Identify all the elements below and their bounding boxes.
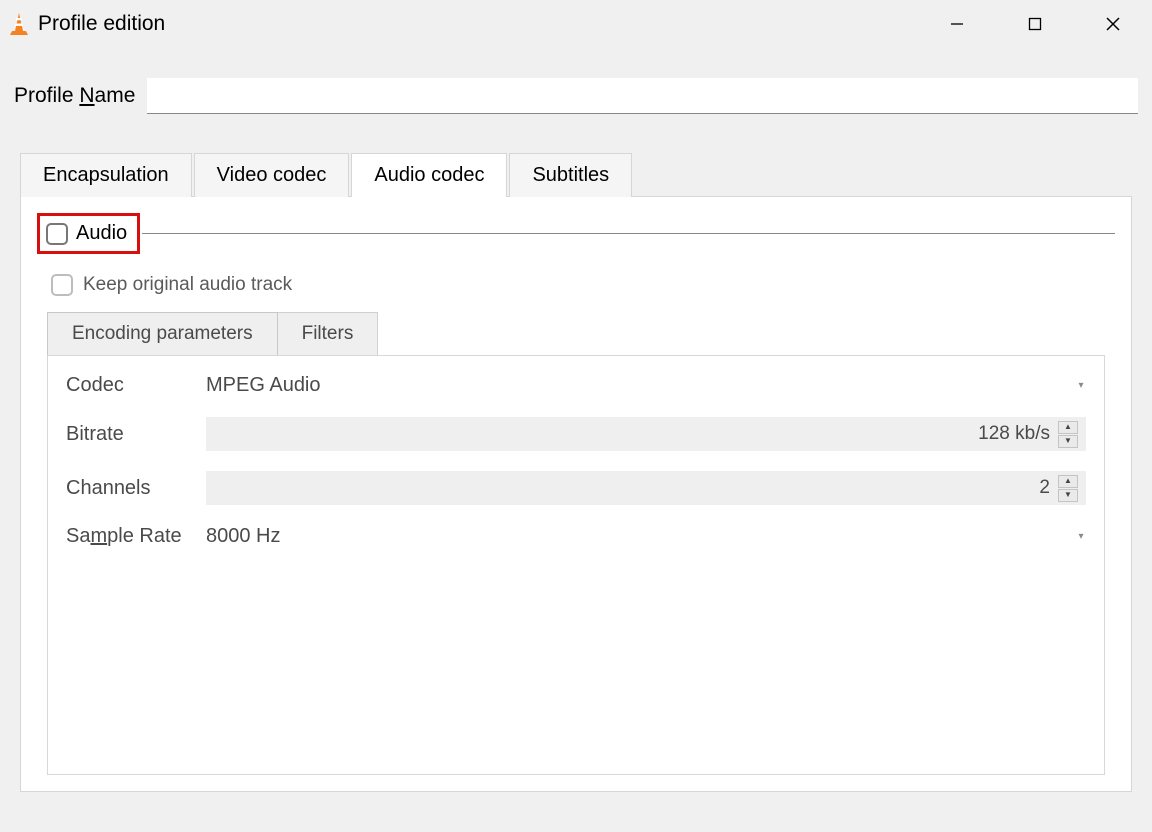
bitrate-spin-up[interactable]: ▲	[1058, 421, 1078, 434]
profile-name-input[interactable]	[147, 78, 1138, 114]
audio-group-header: Audio	[37, 213, 1115, 254]
window-controls	[918, 0, 1152, 48]
chevron-down-icon: ▾	[1076, 380, 1086, 391]
window-title: Profile edition	[38, 12, 165, 36]
main-tabs: Encapsulation Video codec Audio codec Su…	[20, 152, 1132, 196]
channels-field[interactable]: 2 ▲ ▼	[206, 471, 1086, 505]
channels-value: 2	[216, 477, 1050, 499]
sample-rate-row: Sample Rate 8000 Hz ▾	[66, 525, 1086, 548]
subtab-filters[interactable]: Filters	[278, 312, 379, 355]
bitrate-spinner: ▲ ▼	[1058, 421, 1078, 448]
maximize-button[interactable]	[996, 0, 1074, 48]
sample-rate-dropdown[interactable]: 8000 Hz	[206, 525, 1076, 548]
keep-original-row: Keep original audio track	[37, 260, 1115, 312]
keep-original-checkbox[interactable]	[51, 274, 73, 296]
minimize-button[interactable]	[918, 0, 996, 48]
sub-tabs: Encoding parameters Filters	[47, 312, 1115, 355]
tab-subtitles[interactable]: Subtitles	[509, 153, 632, 197]
bitrate-spin-down[interactable]: ▼	[1058, 435, 1078, 448]
channels-label: Channels	[66, 477, 206, 500]
tab-encapsulation[interactable]: Encapsulation	[20, 153, 192, 197]
audio-checkbox-label: Audio	[76, 222, 127, 245]
codec-label: Codec	[66, 374, 206, 397]
chevron-down-icon: ▾	[1076, 531, 1086, 542]
keep-original-label: Keep original audio track	[83, 274, 292, 296]
channels-spinner: ▲ ▼	[1058, 475, 1078, 502]
vlc-cone-icon	[8, 12, 30, 36]
encoding-parameters-panel: Codec MPEG Audio ▾ Bitrate 128 kb/s ▲ ▼ …	[47, 355, 1105, 775]
close-button[interactable]	[1074, 0, 1152, 48]
profile-name-label: Profile Name	[14, 84, 135, 108]
audio-checkbox[interactable]	[46, 223, 68, 245]
bitrate-field[interactable]: 128 kb/s ▲ ▼	[206, 417, 1086, 451]
audio-checkbox-highlight: Audio	[37, 213, 140, 254]
tab-panel-audio-codec: Audio Keep original audio track Encoding…	[20, 196, 1132, 792]
titlebar: Profile edition	[0, 0, 1152, 48]
subtab-encoding-parameters[interactable]: Encoding parameters	[47, 312, 278, 355]
sample-rate-label: Sample Rate	[66, 525, 206, 548]
channels-spin-up[interactable]: ▲	[1058, 475, 1078, 488]
channels-row: Channels 2 ▲ ▼	[66, 471, 1086, 505]
bitrate-label: Bitrate	[66, 423, 206, 446]
tab-audio-codec[interactable]: Audio codec	[351, 153, 507, 197]
bitrate-value: 128 kb/s	[216, 423, 1050, 445]
channels-spin-down[interactable]: ▼	[1058, 489, 1078, 502]
tab-video-codec[interactable]: Video codec	[194, 153, 350, 197]
profile-name-row: Profile Name	[0, 48, 1152, 124]
codec-dropdown[interactable]: MPEG Audio	[206, 374, 1076, 397]
bitrate-row: Bitrate 128 kb/s ▲ ▼	[66, 417, 1086, 451]
tabs-container: Encapsulation Video codec Audio codec Su…	[0, 124, 1152, 792]
codec-row: Codec MPEG Audio ▾	[66, 374, 1086, 397]
group-separator-line	[142, 233, 1115, 234]
